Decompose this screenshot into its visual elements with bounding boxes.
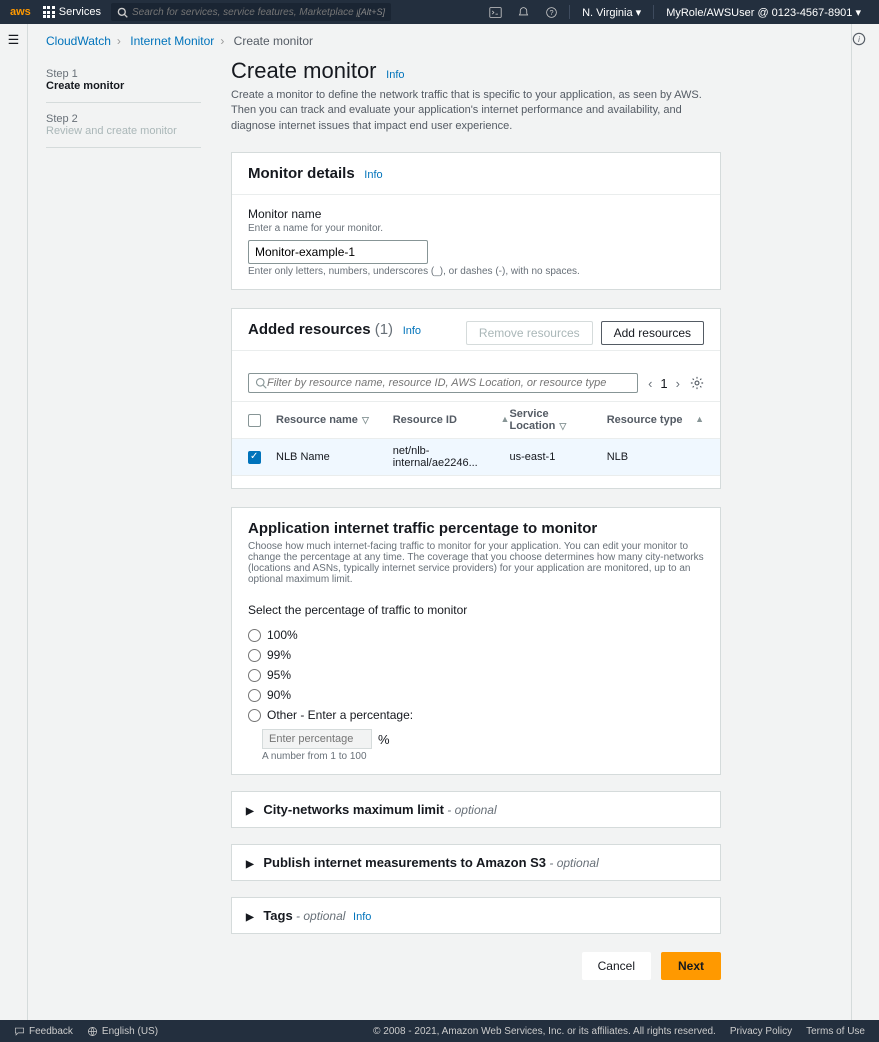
notifications-icon[interactable]	[513, 2, 533, 22]
added-resources-title: Added resources (1)	[248, 321, 393, 338]
caret-right-icon: ▶	[246, 859, 254, 870]
svg-text:?: ?	[549, 7, 553, 16]
traffic-select-label: Select the percentage of traffic to moni…	[248, 603, 704, 617]
col-resource-name[interactable]: Resource name▽	[276, 414, 393, 426]
breadcrumb: CloudWatch› Internet Monitor› Create mon…	[46, 34, 851, 48]
traffic-percentage-panel: Application internet traffic percentage …	[231, 507, 721, 775]
search-icon	[117, 7, 128, 18]
page-title: Create monitor	[231, 58, 377, 84]
col-resource-type[interactable]: Resource type▲	[607, 414, 704, 426]
grid-icon	[43, 6, 55, 18]
monitor-details-panel: Monitor details Info Monitor name Enter …	[231, 152, 721, 290]
radio-99[interactable]: 99%	[248, 645, 704, 665]
caret-right-icon: ▶	[246, 912, 254, 923]
radio-95[interactable]: 95%	[248, 665, 704, 685]
tags-info-link[interactable]: Info	[353, 911, 371, 923]
radio-other[interactable]: Other - Enter a percentage:	[248, 705, 704, 725]
privacy-link[interactable]: Privacy Policy	[730, 1026, 792, 1037]
page-prev[interactable]: ‹	[648, 376, 652, 391]
select-all-checkbox[interactable]	[248, 414, 261, 427]
language-selector[interactable]: English (US)	[87, 1026, 158, 1037]
monitor-details-title: Monitor details	[248, 165, 355, 182]
chat-icon	[14, 1026, 25, 1037]
resource-filter-input[interactable]	[267, 377, 631, 389]
monitor-name-input[interactable]	[248, 240, 428, 264]
add-resources-button[interactable]: Add resources	[601, 321, 704, 345]
page-number: 1	[660, 376, 667, 391]
bc-current: Create monitor	[234, 34, 313, 48]
aws-logo[interactable]: aws	[10, 6, 31, 18]
caret-right-icon: ▶	[246, 806, 254, 817]
remove-resources-button: Remove resources	[466, 321, 593, 345]
copyright: © 2008 - 2021, Amazon Web Services, Inc.…	[373, 1026, 716, 1037]
globe-icon	[87, 1026, 98, 1037]
percentage-suffix: %	[378, 732, 390, 747]
traffic-title: Application internet traffic percentage …	[248, 520, 597, 537]
terms-link[interactable]: Terms of Use	[806, 1026, 865, 1037]
step-1[interactable]: Step 1 Create monitor	[46, 62, 201, 98]
publish-s3-expando[interactable]: ▶ Publish internet measurements to Amazo…	[231, 844, 721, 881]
monitor-name-hint: Enter a name for your monitor.	[248, 223, 704, 234]
right-rail: i	[851, 24, 879, 1020]
traffic-desc: Choose how much internet-facing traffic …	[248, 541, 704, 585]
step-2: Step 2 Review and create monitor	[46, 107, 201, 143]
page-description: Create a monitor to define the network t…	[231, 88, 721, 134]
search-icon	[255, 377, 267, 389]
monitor-details-info[interactable]: Info	[364, 169, 382, 181]
page-info-link[interactable]: Info	[386, 69, 404, 81]
added-resources-info[interactable]: Info	[403, 325, 421, 337]
page-next[interactable]: ›	[676, 376, 680, 391]
svg-text:i: i	[858, 35, 860, 44]
cancel-button[interactable]: Cancel	[582, 952, 651, 980]
added-resources-panel: Added resources (1) Info Remove resource…	[231, 308, 721, 489]
monitor-name-label: Monitor name	[248, 207, 704, 221]
info-drawer-icon[interactable]: i	[852, 32, 879, 46]
feedback-link[interactable]: Feedback	[14, 1026, 73, 1037]
top-nav: aws Services [Alt+S] ? N. Virginia ▾ MyR…	[0, 0, 879, 24]
left-rail: ☰	[0, 24, 28, 1020]
col-resource-id[interactable]: Resource ID▲	[393, 414, 510, 426]
region-selector[interactable]: N. Virginia ▾	[582, 6, 641, 19]
hamburger-icon[interactable]: ☰	[8, 32, 20, 47]
radio-90[interactable]: 90%	[248, 685, 704, 705]
search-shortcut: [Alt+S]	[358, 7, 385, 17]
help-icon[interactable]: ?	[541, 2, 561, 22]
bc-internet-monitor[interactable]: Internet Monitor	[130, 34, 214, 48]
account-menu[interactable]: MyRole/AWSUser @ 0123-4567-8901 ▾	[666, 6, 861, 19]
monitor-name-constraint: Enter only letters, numbers, underscores…	[248, 266, 704, 277]
global-search[interactable]: [Alt+S]	[111, 3, 391, 21]
tags-expando[interactable]: ▶ Tags - optional Info	[231, 897, 721, 934]
resources-table: Resource name▽ Resource ID▲ Service Loca…	[248, 401, 704, 476]
bc-cloudwatch[interactable]: CloudWatch	[46, 34, 111, 48]
city-networks-expando[interactable]: ▶ City-networks maximum limit - optional	[231, 791, 721, 828]
services-menu[interactable]: Services	[43, 6, 101, 18]
table-row[interactable]: NLB Name net/nlb-internal/ae2246... us-e…	[232, 439, 720, 476]
percentage-input[interactable]	[262, 729, 372, 749]
search-input[interactable]	[132, 7, 358, 18]
radio-100[interactable]: 100%	[248, 625, 704, 645]
percentage-hint: A number from 1 to 100	[262, 751, 704, 762]
pagination: ‹ 1 ›	[648, 376, 680, 391]
table-settings-icon[interactable]	[690, 376, 704, 390]
next-button[interactable]: Next	[661, 952, 721, 980]
row-checkbox[interactable]	[248, 451, 261, 464]
cloudshell-icon[interactable]	[485, 2, 505, 22]
resource-filter[interactable]	[248, 373, 638, 393]
wizard-steps: Step 1 Create monitor Step 2 Review and …	[46, 58, 201, 152]
col-service-location[interactable]: Service Location▽	[509, 408, 606, 432]
footer: Feedback English (US) © 2008 - 2021, Ama…	[0, 1020, 879, 1042]
